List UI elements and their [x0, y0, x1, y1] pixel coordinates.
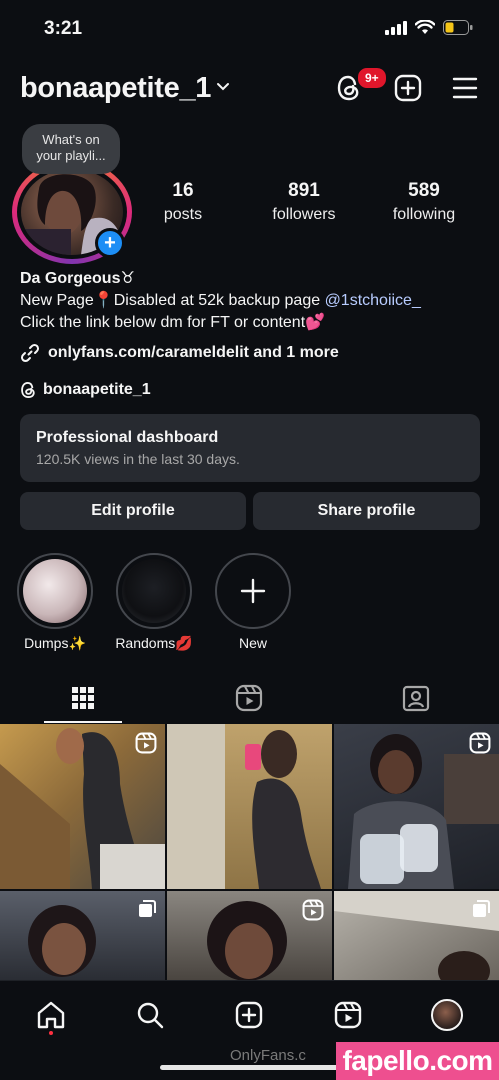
- status-bar: 3:21: [0, 0, 499, 60]
- note-text-line2: your playli...: [36, 148, 106, 163]
- watermark-text: OnlyFans.c: [230, 1047, 306, 1064]
- nav-create[interactable]: [229, 995, 269, 1035]
- grid-post[interactable]: [334, 891, 499, 980]
- profile-avatar-small: [431, 999, 463, 1031]
- reel-indicator-icon: [302, 899, 324, 921]
- reel-indicator-icon: [135, 732, 157, 754]
- stat-followers[interactable]: 891 followers: [262, 180, 346, 224]
- posts-grid: [0, 724, 499, 980]
- wifi-icon: [415, 20, 435, 34]
- tab-reels[interactable]: [166, 672, 332, 724]
- stat-posts[interactable]: 16 posts: [150, 180, 216, 224]
- hamburger-menu-icon[interactable]: [452, 77, 478, 99]
- bio-line-1: New Page📍Disabled at 52k backup page @1s…: [20, 290, 490, 312]
- grid-post[interactable]: [0, 891, 165, 980]
- create-post-icon[interactable]: [394, 74, 422, 102]
- tab-tagged[interactable]: [333, 672, 499, 724]
- home-indicator[interactable]: [160, 1065, 340, 1070]
- new-highlight-circle: [215, 553, 291, 629]
- highlight-randoms[interactable]: Randoms💋: [115, 553, 193, 652]
- share-profile-button[interactable]: Share profile: [253, 492, 480, 530]
- highlight-label: Randoms💋: [115, 635, 193, 651]
- reels-icon: [235, 684, 263, 712]
- threads-profile-link[interactable]: bonaapetite_1: [20, 379, 151, 401]
- posts-label: posts: [163, 206, 203, 223]
- carousel-indicator-icon: [473, 900, 490, 917]
- post-image: [167, 724, 321, 889]
- battery-icon: [443, 20, 473, 35]
- following-count: 589: [408, 180, 440, 201]
- highlight-label: New: [238, 635, 267, 651]
- highlight-label: Dumps✨: [24, 635, 86, 651]
- followers-count: 891: [288, 180, 320, 201]
- threads-small-icon: [21, 382, 35, 398]
- threads-handle: bonaapetite_1: [43, 381, 151, 398]
- active-tab-indicator: [44, 721, 122, 723]
- reels-icon: [334, 1001, 362, 1029]
- highlight-dumps[interactable]: Dumps✨: [16, 553, 94, 652]
- home-activity-dot: [49, 1031, 53, 1035]
- display-name: Da Gorgeous♉: [20, 270, 135, 287]
- bio-link[interactable]: onlyfans.com/carameldelit and 1 more: [20, 343, 339, 363]
- watermark-logo: fapello.com: [336, 1042, 499, 1080]
- content-tabs: [0, 672, 499, 724]
- carousel-indicator-icon: [139, 900, 156, 917]
- nav-profile[interactable]: [427, 995, 467, 1035]
- search-icon: [137, 1002, 164, 1029]
- edit-profile-button[interactable]: Edit profile: [20, 492, 246, 530]
- cellular-signal-icon: [385, 20, 407, 35]
- plus-icon: [240, 578, 266, 604]
- grid-post[interactable]: [0, 724, 165, 889]
- status-time: 3:21: [44, 18, 83, 39]
- bio-link-text: onlyfans.com/carameldelit and 1 more: [48, 344, 339, 361]
- reel-indicator-icon: [469, 732, 491, 754]
- nav-reels[interactable]: [328, 995, 368, 1035]
- bio-line-1-text: New Page📍Disabled at 52k backup page: [20, 292, 325, 309]
- professional-dashboard[interactable]: Professional dashboard 120.5K views in t…: [20, 414, 480, 482]
- tab-posts-grid[interactable]: [0, 672, 166, 724]
- nav-home[interactable]: [31, 995, 71, 1035]
- add-story-button[interactable]: +: [95, 228, 125, 258]
- status-icons: [385, 20, 473, 35]
- stat-following[interactable]: 589 following: [382, 180, 466, 224]
- tagged-user-icon: [402, 685, 430, 712]
- posts-count: 16: [172, 180, 194, 201]
- highlight-cover: [17, 553, 93, 629]
- dashboard-subtitle: 120.5K views in the last 30 days.: [36, 451, 240, 467]
- home-icon: [37, 1001, 65, 1029]
- grid-icon: [72, 687, 94, 709]
- profile-bio: Da Gorgeous♉ New Page📍Disabled at 52k ba…: [20, 268, 490, 334]
- threads-notification-badge: 9+: [356, 66, 388, 90]
- chevron-down-icon[interactable]: [216, 82, 230, 92]
- link-icon: [20, 343, 40, 363]
- profile-header: bonaapetite_1 9+: [0, 64, 499, 114]
- account-username-switcher[interactable]: bonaapetite_1: [20, 72, 211, 105]
- note-bubble[interactable]: What's on your playli...: [22, 124, 120, 174]
- grid-post[interactable]: [334, 724, 499, 889]
- bio-mention-link[interactable]: @1stchoiice_: [325, 292, 421, 309]
- dashboard-title: Professional dashboard: [36, 429, 219, 446]
- grid-post[interactable]: [167, 724, 332, 889]
- bio-line-2: Click the link below dm for FT or conten…: [20, 314, 326, 331]
- nav-search[interactable]: [130, 995, 170, 1035]
- grid-post[interactable]: [167, 891, 332, 980]
- followers-label: followers: [272, 206, 336, 223]
- following-label: following: [392, 206, 456, 223]
- highlight-new[interactable]: New: [214, 553, 292, 651]
- create-post-icon: [235, 1001, 263, 1029]
- highlight-cover: [116, 553, 192, 629]
- plus-icon: +: [104, 231, 116, 254]
- note-text-line1: What's on: [42, 132, 100, 147]
